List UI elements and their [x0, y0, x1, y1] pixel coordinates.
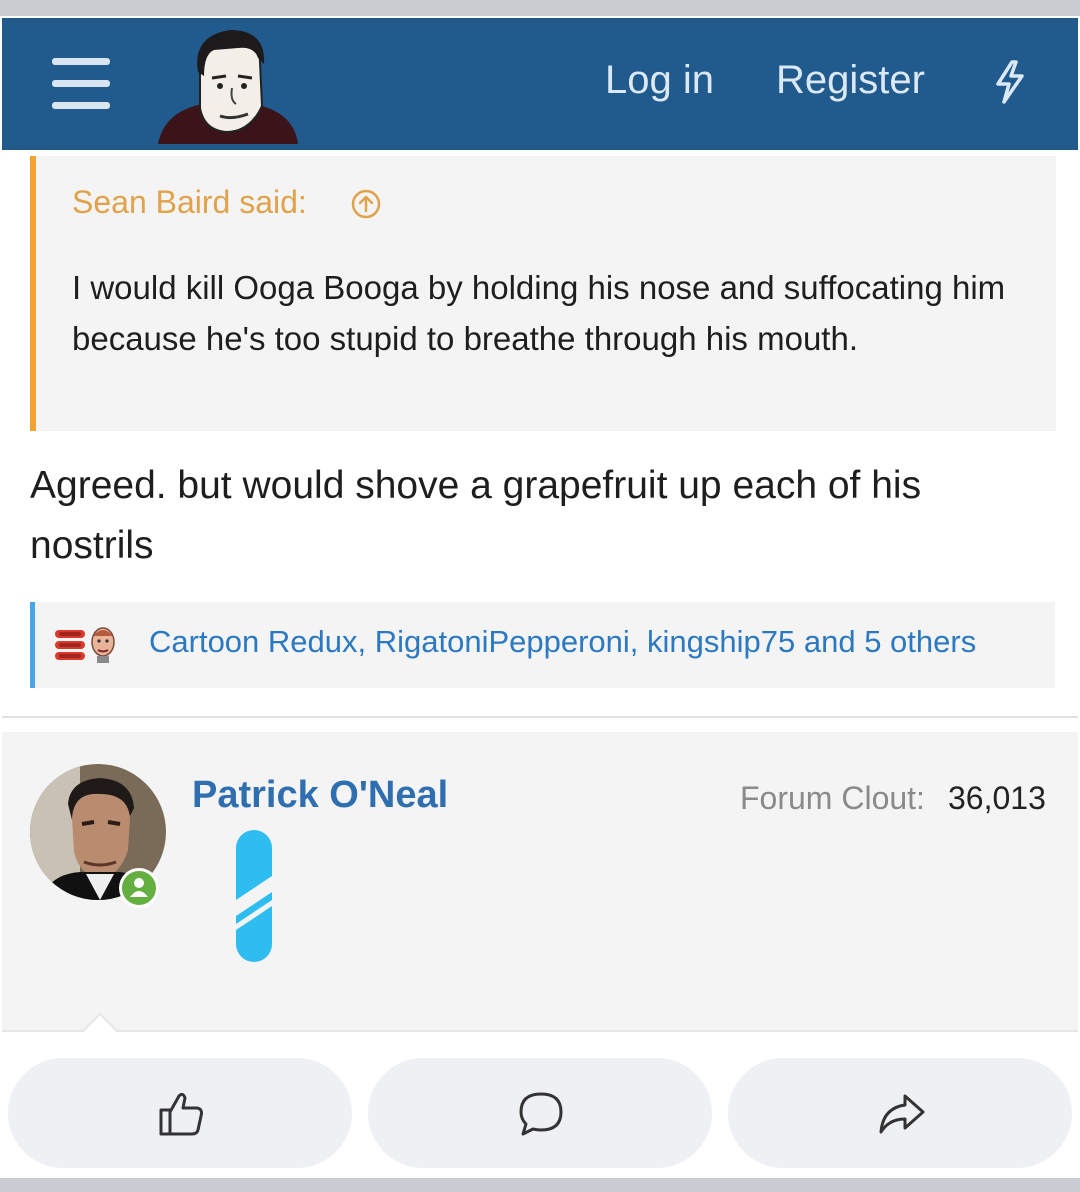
share-arrow-icon	[879, 1094, 925, 1134]
post-author-area: Patrick O'Neal Forum Clout: 36,013	[2, 732, 1078, 1032]
reactions-bar[interactable]: Cartoon Redux, RigatoniPepperoni, kingsh…	[30, 602, 1055, 688]
hotdog-stack-icon	[55, 630, 85, 660]
bolt-icon[interactable]	[992, 58, 1028, 106]
pointer-arrow	[82, 1012, 118, 1032]
login-link[interactable]: Log in	[605, 58, 714, 103]
hamburger-menu-icon[interactable]	[52, 58, 110, 110]
reactions-text[interactable]: Cartoon Redux, RigatoniPepperoni, kingsh…	[149, 624, 976, 660]
post-body: Agreed. but would shove a grapefruit up …	[30, 464, 922, 567]
bottom-border	[0, 1178, 1080, 1192]
post-divider	[2, 716, 1078, 718]
comment-button[interactable]	[368, 1058, 712, 1168]
rank-badge-icon	[236, 830, 272, 962]
top-border	[0, 0, 1080, 16]
site-logo-face-icon[interactable]	[154, 28, 302, 148]
clout-value: 36,013	[948, 780, 1046, 816]
clout-label: Forum Clout:	[740, 780, 925, 816]
author-name[interactable]: Patrick O'Neal	[192, 774, 448, 817]
like-button[interactable]	[8, 1058, 352, 1168]
comment-icon	[519, 1092, 563, 1136]
face-reaction-icon	[91, 627, 115, 663]
forum-screen: Log in Register Sean Baird said: I would…	[2, 16, 1078, 1056]
register-link[interactable]: Register	[776, 58, 925, 103]
site-header: Log in Register	[2, 18, 1078, 150]
share-button[interactable]	[728, 1058, 1072, 1168]
quote-block: Sean Baird said: I would kill Ooga Booga…	[30, 156, 1056, 431]
quote-author[interactable]: Sean Baird said:	[72, 184, 307, 221]
arrow-up-circle-icon[interactable]	[350, 188, 382, 220]
quote-text: I would kill Ooga Booga by holding his n…	[72, 269, 1006, 357]
thumbs-up-icon	[159, 1092, 203, 1136]
post-bottom-border	[2, 1030, 1078, 1032]
online-status-icon	[119, 868, 159, 908]
